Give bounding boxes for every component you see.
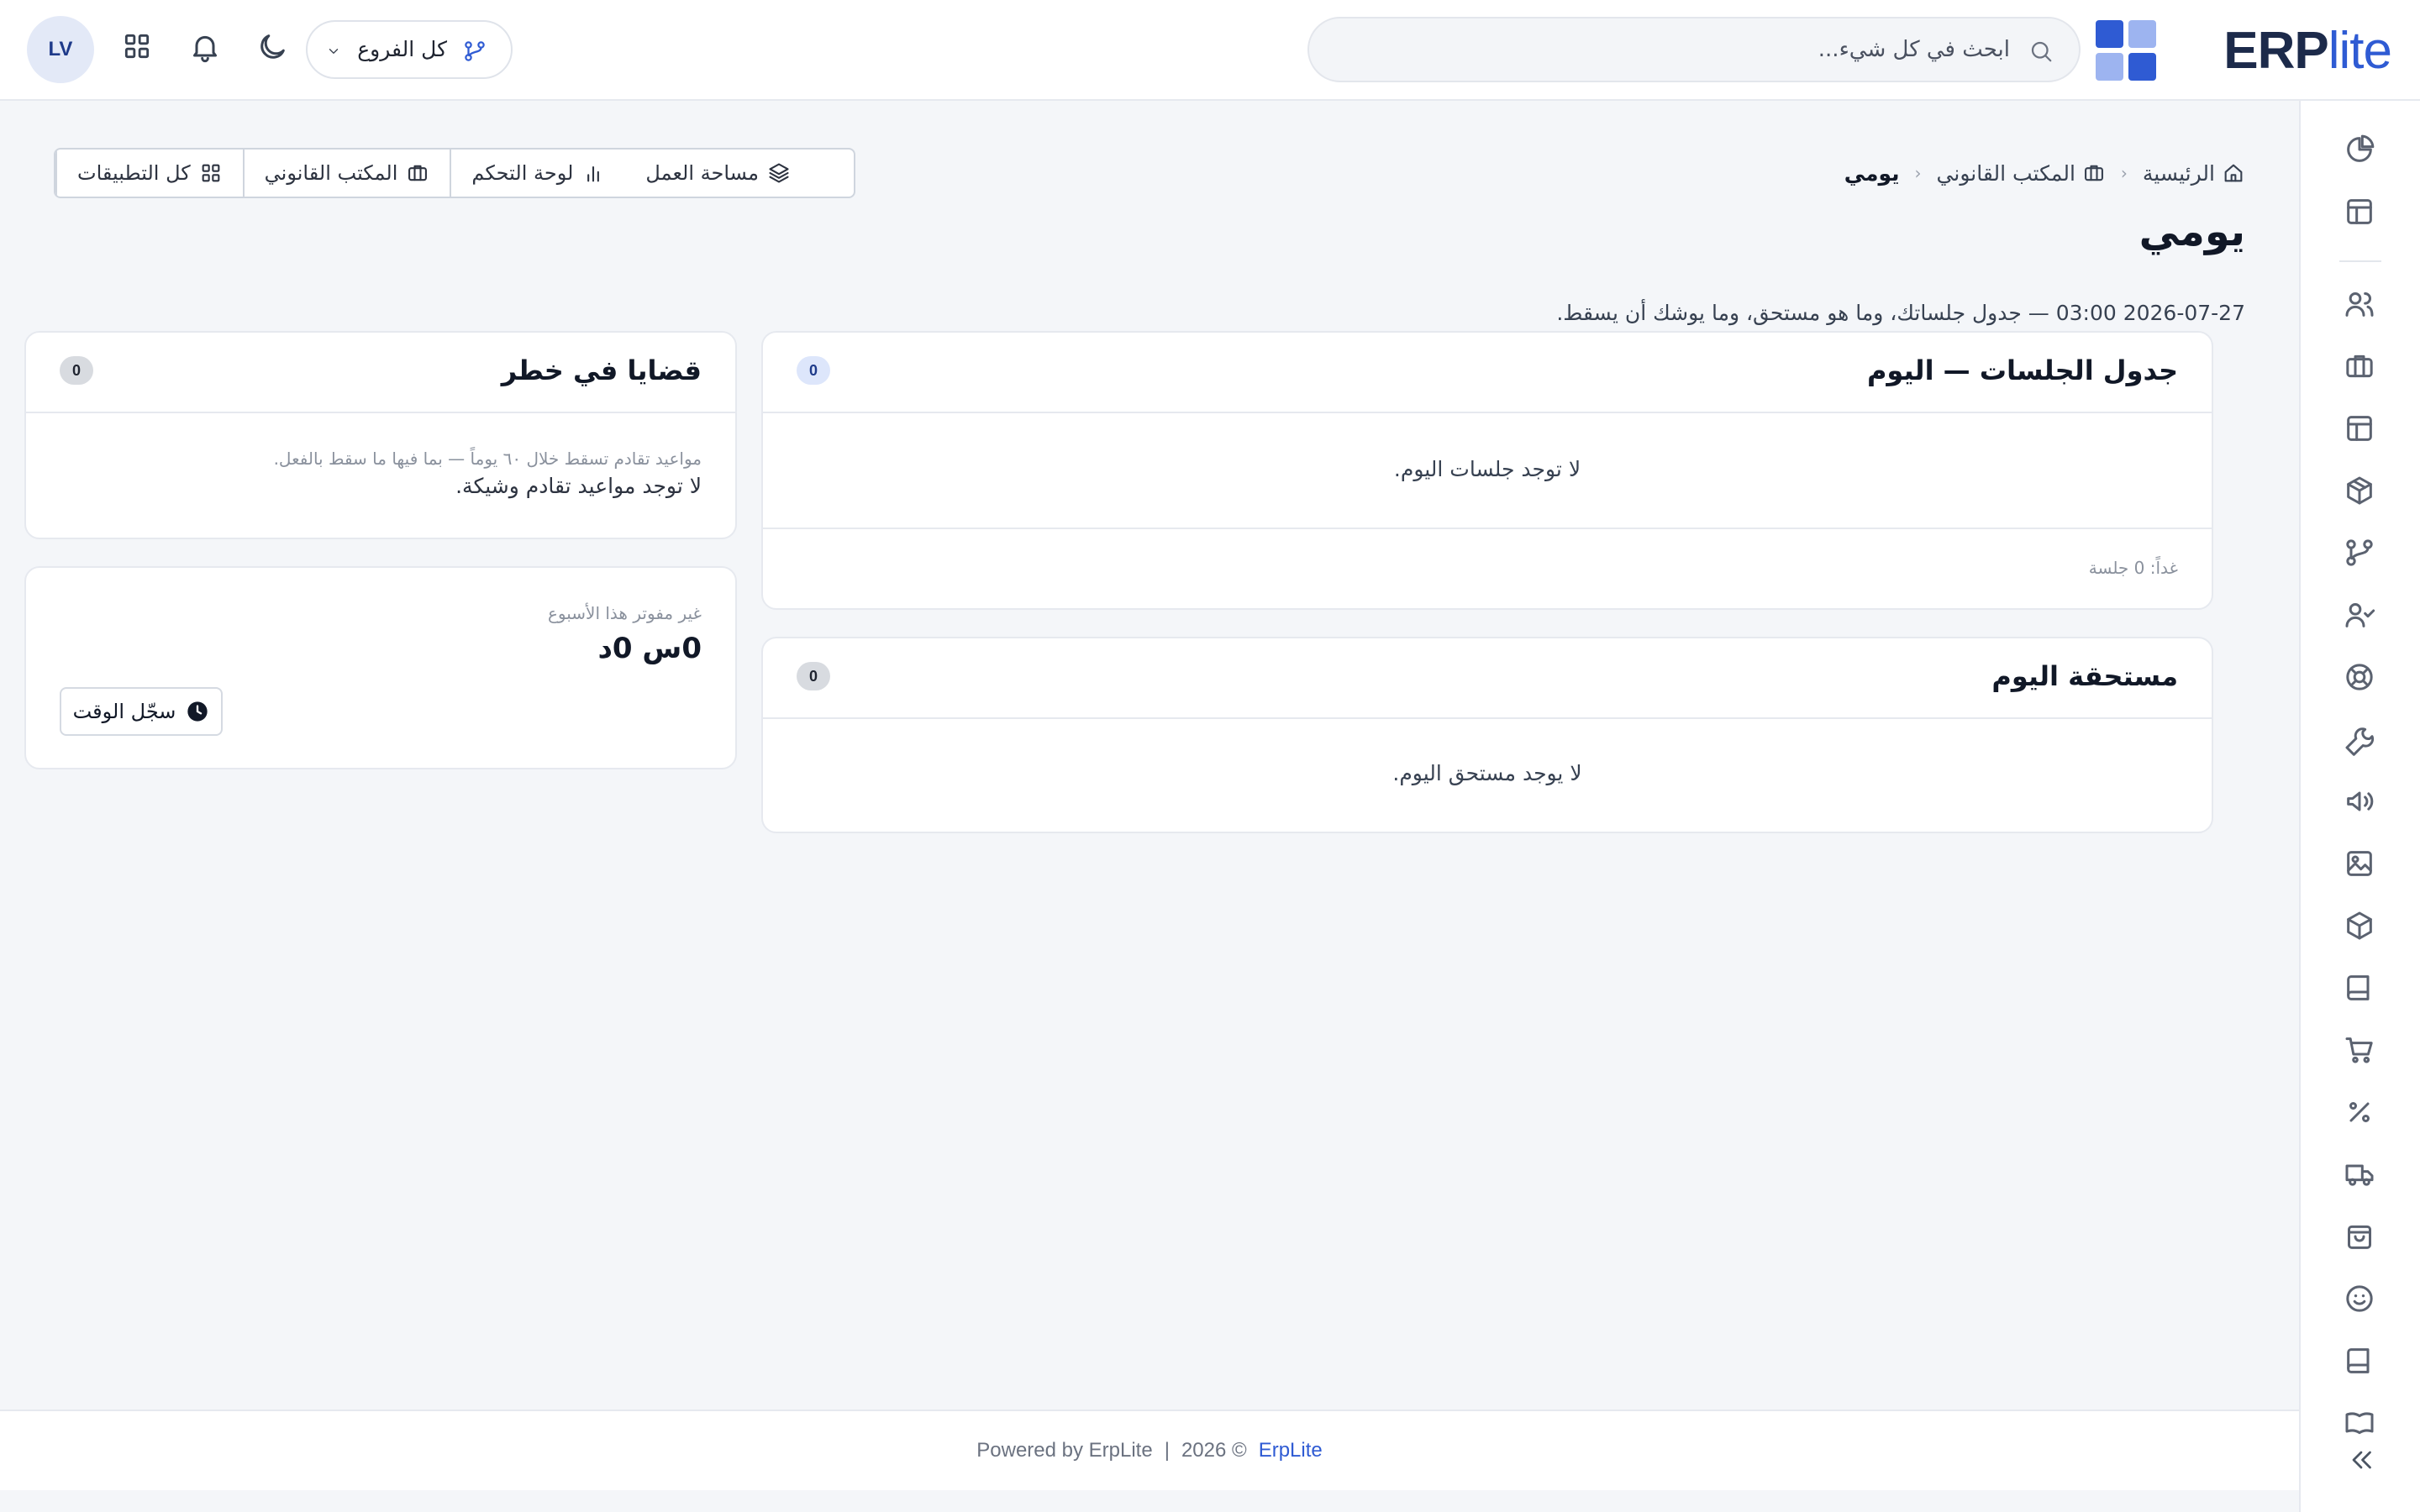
log-time-button[interactable]: سجّل الوقت: [60, 687, 223, 736]
sessions-card-footer: غداً: 0 جلسة: [763, 528, 2212, 610]
sessions-card-title: جدول الجلسات — اليوم: [1866, 354, 2178, 386]
breadcrumb-separator-icon: ‹: [2120, 163, 2128, 183]
unbilled-time-value: 0س 0د: [597, 632, 702, 665]
pie-chart-icon[interactable]: [2343, 133, 2376, 166]
sidebar-divider: [2339, 260, 2381, 262]
all-apps-label: كل التطبيقات: [77, 161, 191, 185]
briefcase-icon: [406, 161, 429, 185]
breadcrumb-section[interactable]: المكتب القانوني: [1937, 161, 2106, 186]
legal-office-button[interactable]: المكتب القانوني: [242, 150, 450, 197]
sessions-tomorrow-text: غداً: 0 جلسة: [2088, 558, 2178, 578]
cases-at-risk-count-badge: 0: [60, 356, 93, 385]
unbilled-time-label: غير مفوتر هذا الأسبوع: [548, 603, 702, 623]
home-icon: [2222, 161, 2245, 185]
sessions-empty-text: لا توجد جلسات اليوم.: [1393, 457, 1581, 481]
page-title: يومي: [2139, 208, 2245, 255]
book-open-icon[interactable]: [2343, 1406, 2376, 1440]
collapse-sidebar-icon[interactable]: [2346, 1445, 2376, 1475]
sessions-card: جدول الجلسات — اليوم 0 لا توجد جلسات الي…: [761, 331, 2213, 610]
logo-mark-icon: [2096, 20, 2156, 81]
workspace-button[interactable]: مساحة العمل: [625, 150, 811, 197]
all-apps-button[interactable]: كل التطبيقات: [55, 150, 243, 197]
briefcase-icon[interactable]: [2343, 349, 2376, 383]
grid-icon: [199, 161, 223, 185]
cases-at-risk-card: قضايا في خطر 0 مواعيد تقادم تسقط خلال ٦٠…: [24, 331, 737, 539]
due-today-empty-text: لا يوجد مستحق اليوم.: [1392, 761, 1582, 785]
clock-icon: [186, 700, 209, 723]
shopping-bag-icon[interactable]: [2343, 1220, 2376, 1253]
log-time-label: سجّل الوقت: [72, 700, 176, 723]
erplite-link[interactable]: ErpLite: [1259, 1439, 1323, 1462]
powered-by-text: Powered by ErpLite: [976, 1439, 1153, 1462]
unbilled-time-card: غير مفوتر هذا الأسبوع 0س 0د سجّل الوقت: [24, 566, 737, 769]
cases-at-risk-note: مواعيد تقادم تسقط خلال ٦٠ يوماً — بما في…: [273, 449, 702, 469]
users-icon[interactable]: [2343, 287, 2376, 321]
cases-at-risk-card-title: قضايا في خطر: [501, 354, 702, 386]
sidebar: [2299, 101, 2420, 1512]
bar-chart-icon: [581, 161, 605, 185]
breadcrumb-section-label: المكتب القانوني: [1936, 160, 2075, 186]
cases-at-risk-empty-text: لا توجد مواعيد تقادم وشيكة.: [455, 474, 702, 498]
cases-at-risk-card-header: قضايا في خطر 0: [26, 333, 735, 413]
wrench-icon[interactable]: [2343, 722, 2376, 756]
image-icon[interactable]: [2343, 847, 2376, 880]
due-today-card-title: مستحقة اليوم: [1991, 660, 2178, 692]
briefcase-icon: [2082, 161, 2106, 185]
avatar[interactable]: LV: [27, 16, 94, 83]
due-today-count-badge: 0: [797, 662, 830, 690]
quick-actions-group: كل التطبيقات المكتب القانوني لوحة التحكم…: [54, 148, 855, 198]
page-subtitle: 2026-07-27 03:00 — جدول جلساتك، وما هو م…: [1556, 301, 2245, 325]
breadcrumb-current: يومي: [1844, 160, 1900, 186]
sessions-card-header: جدول الجلسات — اليوم 0: [763, 333, 2212, 413]
smile-icon[interactable]: [2343, 1282, 2376, 1315]
breadcrumb-separator-icon: ‹: [1914, 163, 1922, 183]
search-icon: [2028, 39, 2054, 64]
book-icon[interactable]: [2343, 1344, 2376, 1378]
megaphone-icon[interactable]: [2343, 785, 2376, 818]
logo-lite-text: lite: [2328, 21, 2392, 80]
top-header: ERPlite كل الفروع LV: [0, 0, 2420, 101]
due-today-card: مستحقة اليوم 0 لا يوجد مستحق اليوم.: [761, 637, 2213, 833]
footer-divider: |: [1164, 1439, 1170, 1462]
percent-icon[interactable]: [2343, 1095, 2376, 1129]
layers-icon: [767, 161, 791, 185]
bell-icon[interactable]: [188, 30, 222, 64]
sessions-count-badge: 0: [797, 356, 830, 385]
git-branch-icon[interactable]: [2343, 536, 2376, 570]
git-branch-icon: [462, 39, 487, 64]
page-footer: Powered by ErpLite | 2026 © ErpLite: [0, 1410, 2299, 1490]
cart-icon[interactable]: [2343, 1033, 2376, 1067]
chevron-down-icon: [326, 44, 341, 59]
logo-erp-text: ERP: [2223, 21, 2328, 80]
user-check-icon[interactable]: [2343, 598, 2376, 632]
book-icon[interactable]: [2343, 971, 2376, 1005]
layout-icon[interactable]: [2343, 412, 2376, 445]
breadcrumb-home[interactable]: الرئيسية: [2143, 161, 2245, 186]
life-buoy-icon[interactable]: [2343, 660, 2376, 694]
legal-office-label: المكتب القانوني: [264, 161, 398, 185]
breadcrumb: الرئيسية ‹ المكتب القانوني ‹ يومي: [1844, 155, 2245, 192]
layout-icon[interactable]: [2343, 195, 2376, 228]
truck-icon[interactable]: [2343, 1158, 2376, 1191]
app-logo[interactable]: ERP lite: [2223, 18, 2392, 82]
dashboard-label: لوحة التحكم: [471, 161, 574, 185]
branch-selector[interactable]: كل الفروع: [306, 20, 513, 79]
branch-label: كل الفروع: [357, 37, 447, 61]
due-today-card-header: مستحقة اليوم 0: [763, 638, 2212, 719]
dashboard-button[interactable]: لوحة التحكم: [450, 150, 625, 197]
cube-icon[interactable]: [2343, 909, 2376, 942]
global-search[interactable]: [1307, 17, 2081, 82]
copyright-text: 2026 ©: [1181, 1439, 1247, 1462]
box-icon[interactable]: [2343, 474, 2376, 507]
breadcrumb-home-label: الرئيسية: [2142, 160, 2215, 186]
workspace-label: مساحة العمل: [645, 161, 759, 185]
theme-toggle-moon-icon[interactable]: [255, 30, 289, 64]
apps-grid-icon[interactable]: [121, 30, 153, 62]
search-input[interactable]: [1356, 18, 2012, 81]
